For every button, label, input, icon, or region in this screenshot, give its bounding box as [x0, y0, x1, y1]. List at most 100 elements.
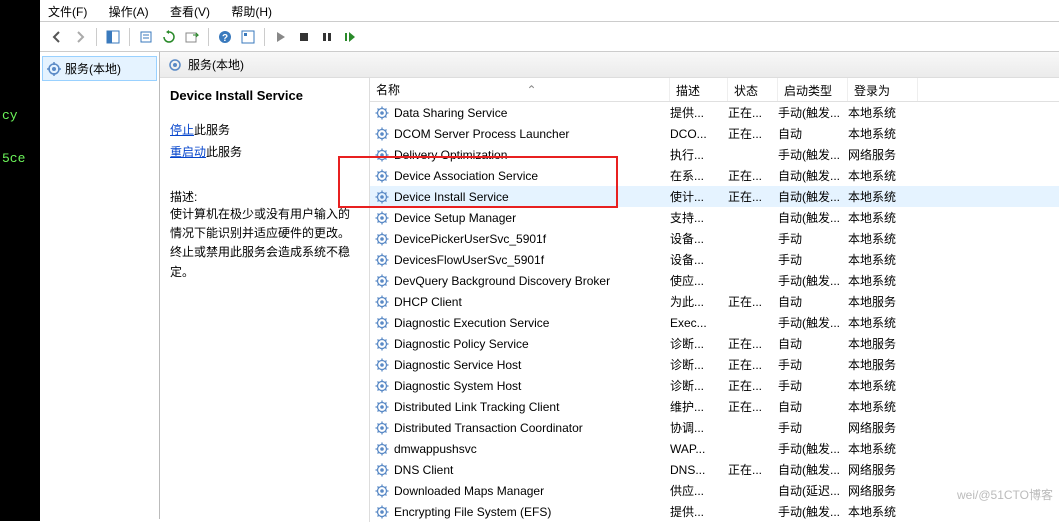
table-row[interactable]: Device Install Service使计...正在...自动(触发...… — [370, 186, 1059, 207]
table-row[interactable]: DNS ClientDNS...正在...自动(触发...网络服务 — [370, 459, 1059, 480]
cell-name: dmwappushsvc — [394, 442, 670, 456]
cell-logon: 网络服务 — [848, 146, 918, 163]
menu-file[interactable]: 文件(F) — [48, 5, 87, 19]
table-row[interactable]: Device Setup Manager支持...自动(触发...本地系统 — [370, 207, 1059, 228]
restart-service-button[interactable] — [339, 26, 361, 48]
cell-start: 手动(触发... — [778, 104, 848, 121]
table-row[interactable]: dmwappushsvcWAP...手动(触发...本地系统 — [370, 438, 1059, 459]
show-hide-tree-button[interactable] — [102, 26, 124, 48]
table-row[interactable]: DHCP Client为此...正在...自动本地服务 — [370, 291, 1059, 312]
cell-desc: 诊断... — [670, 335, 728, 352]
forward-button[interactable] — [69, 26, 91, 48]
right-pane: 服务(本地) Device Install Service 停止此服务 重启动此… — [160, 52, 1059, 519]
cell-logon: 本地系统 — [848, 503, 918, 520]
cell-logon: 本地系统 — [848, 188, 918, 205]
table-row[interactable]: Device Association Service在系...正在...自动(触… — [370, 165, 1059, 186]
table-row[interactable]: DevQuery Background Discovery Broker使应..… — [370, 270, 1059, 291]
cell-name: Diagnostic System Host — [394, 379, 670, 393]
table-row[interactable]: Diagnostic Policy Service诊断...正在...自动本地服… — [370, 333, 1059, 354]
table-row[interactable]: Encrypting File System (EFS)提供...手动(触发..… — [370, 501, 1059, 522]
gear-icon — [374, 357, 390, 373]
cell-desc: WAP... — [670, 442, 728, 456]
restart-service-link[interactable]: 重启动 — [170, 145, 206, 159]
table-row[interactable]: Downloaded Maps Manager供应...自动(延迟...网络服务 — [370, 480, 1059, 501]
svg-text:?: ? — [222, 33, 228, 44]
col-logon[interactable]: 登录为 — [848, 78, 918, 101]
gear-icon — [374, 483, 390, 499]
pause-service-button[interactable] — [316, 26, 338, 48]
selected-service-name: Device Install Service — [170, 88, 359, 103]
gear-icon — [374, 252, 390, 268]
cell-start: 自动 — [778, 398, 848, 415]
menu-bar: 文件(F) 操作(A) 查看(V) 帮助(H) — [40, 0, 1059, 22]
export-button[interactable] — [181, 26, 203, 48]
gear-icon — [374, 189, 390, 205]
gear-icon — [374, 399, 390, 415]
cell-name: DNS Client — [394, 463, 670, 477]
cell-logon: 网络服务 — [848, 461, 918, 478]
table-row[interactable]: Distributed Link Tracking Client维护...正在.… — [370, 396, 1059, 417]
terminal-text: 5ce — [2, 151, 25, 166]
cell-start: 手动 — [778, 251, 848, 268]
table-row[interactable]: Delivery Optimization执行...手动(触发...网络服务 — [370, 144, 1059, 165]
table-row[interactable]: DevicesFlowUserSvc_5901f设备...手动本地系统 — [370, 249, 1059, 270]
terminal-text: cy — [2, 108, 18, 123]
gear-icon — [374, 168, 390, 184]
terminal-strip: cy 5ce — [0, 0, 40, 521]
col-status[interactable]: 状态 — [728, 78, 778, 101]
cell-desc: 诊断... — [670, 377, 728, 394]
back-button[interactable] — [46, 26, 68, 48]
help-button[interactable]: ? — [214, 26, 236, 48]
tree-item-services[interactable]: 服务(本地) — [42, 56, 157, 81]
stop-service-link[interactable]: 停止 — [170, 123, 194, 137]
view-button[interactable] — [237, 26, 259, 48]
cell-start: 手动(触发... — [778, 146, 848, 163]
table-row[interactable]: DCOM Server Process LauncherDCO...正在...自… — [370, 123, 1059, 144]
cell-start: 手动 — [778, 377, 848, 394]
service-rows: Data Sharing Service提供...正在...手动(触发...本地… — [370, 102, 1059, 522]
col-start[interactable]: 启动类型 — [778, 78, 848, 101]
cell-logon: 本地系统 — [848, 251, 918, 268]
table-row[interactable]: Data Sharing Service提供...正在...手动(触发...本地… — [370, 102, 1059, 123]
cell-desc: 为此... — [670, 293, 728, 310]
cell-desc: 诊断... — [670, 356, 728, 373]
table-row[interactable]: DevicePickerUserSvc_5901f设备...手动本地系统 — [370, 228, 1059, 249]
cell-status: 正在... — [728, 188, 778, 205]
menu-view[interactable]: 查看(V) — [170, 5, 210, 19]
stop-service-button[interactable] — [293, 26, 315, 48]
cell-status: 正在... — [728, 104, 778, 121]
start-service-button[interactable] — [270, 26, 292, 48]
menu-help[interactable]: 帮助(H) — [231, 5, 272, 19]
cell-start: 自动 — [778, 335, 848, 352]
table-row[interactable]: Diagnostic Service Host诊断...正在...手动本地服务 — [370, 354, 1059, 375]
cell-status: 正在... — [728, 461, 778, 478]
cell-logon: 本地系统 — [848, 440, 918, 457]
description-label: 描述: — [170, 188, 359, 205]
table-row[interactable]: Diagnostic Execution ServiceExec...手动(触发… — [370, 312, 1059, 333]
cell-desc: 在系... — [670, 167, 728, 184]
cell-logon: 本地系统 — [848, 377, 918, 394]
separator — [264, 28, 265, 46]
cell-name: Diagnostic Execution Service — [394, 316, 670, 330]
table-row[interactable]: Distributed Transaction Coordinator协调...… — [370, 417, 1059, 438]
tree-pane: 服务(本地) — [40, 52, 160, 519]
cell-desc: 使计... — [670, 188, 728, 205]
cell-start: 手动(触发... — [778, 272, 848, 289]
cell-name: Data Sharing Service — [394, 106, 670, 120]
properties-button[interactable] — [135, 26, 157, 48]
table-row[interactable]: Diagnostic System Host诊断...正在...手动本地系统 — [370, 375, 1059, 396]
refresh-button[interactable] — [158, 26, 180, 48]
gear-icon — [374, 441, 390, 457]
col-desc[interactable]: 描述 — [670, 78, 728, 101]
cell-name: Encrypting File System (EFS) — [394, 505, 670, 519]
cell-name: DevQuery Background Discovery Broker — [394, 274, 670, 288]
gear-icon — [374, 378, 390, 394]
cell-desc: 设备... — [670, 251, 728, 268]
gear-icon — [374, 420, 390, 436]
cell-logon: 本地服务 — [848, 356, 918, 373]
col-name[interactable]: 名称⌃ — [370, 78, 670, 101]
cell-name: Device Setup Manager — [394, 211, 670, 225]
separator — [129, 28, 130, 46]
menu-action[interactable]: 操作(A) — [109, 5, 149, 19]
cell-logon: 本地系统 — [848, 314, 918, 331]
